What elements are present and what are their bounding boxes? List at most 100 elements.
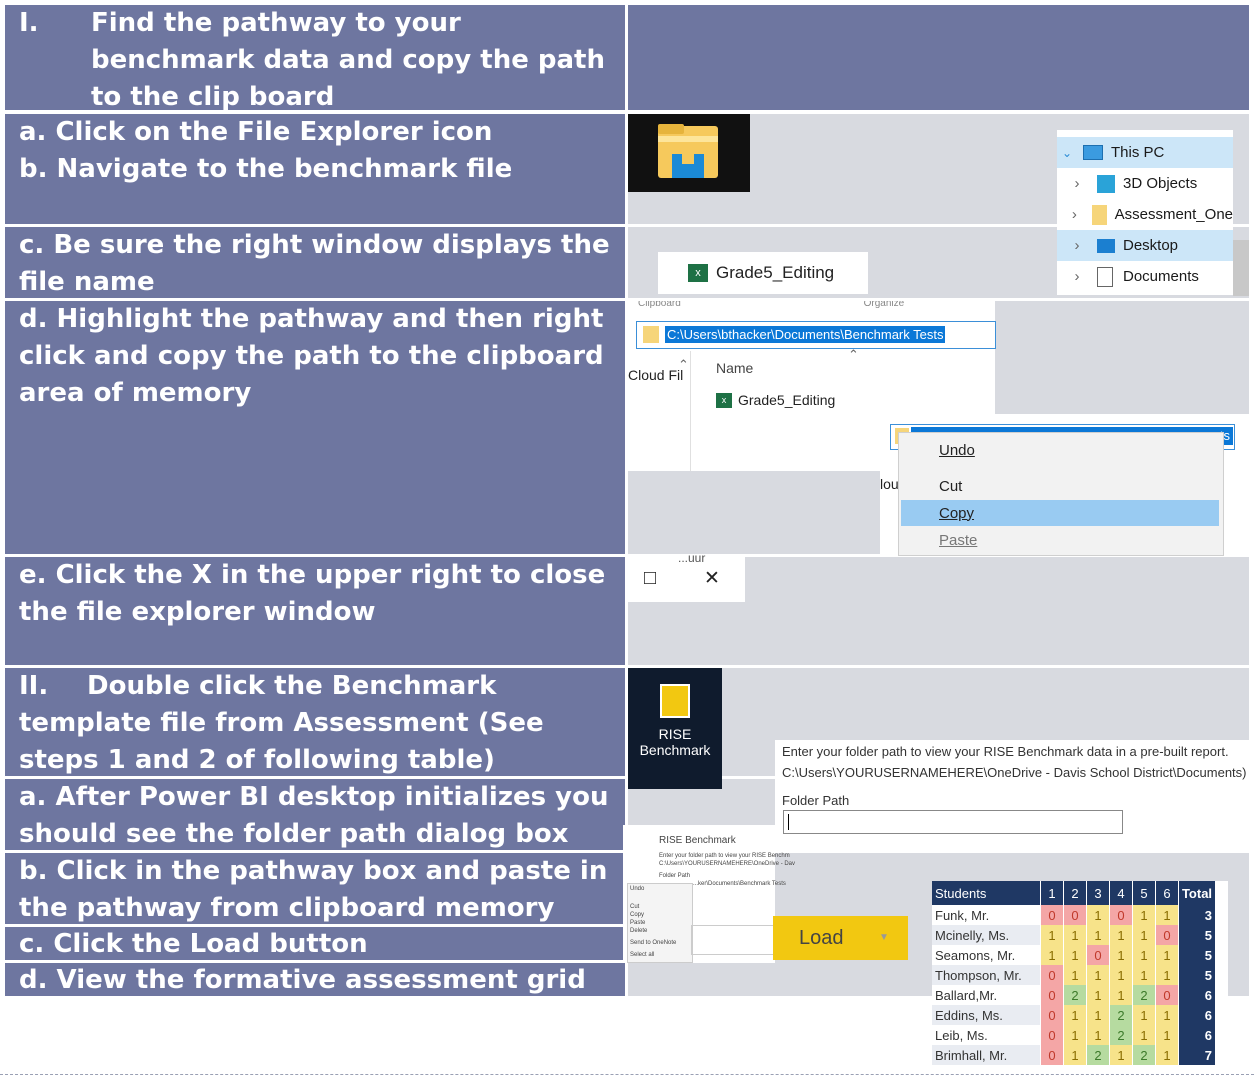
folder-icon: [1091, 204, 1107, 225]
mini-path: ...ker\Documents\Benchmark Tests: [693, 881, 786, 887]
grid-row: Seamons, Mr. 1 1 0 1 1 1 5: [932, 945, 1216, 965]
menu-item-paste[interactable]: Paste: [899, 527, 1219, 553]
step-2d-text: d. View the formative assessment grid: [19, 965, 586, 995]
grid-score-cell: 1: [1063, 965, 1087, 985]
mini-menu-item[interactable]: Copy: [630, 912, 644, 918]
file-list-item[interactable]: x Grade5_Editing: [658, 252, 868, 294]
mini-menu-item[interactable]: Paste: [630, 920, 645, 926]
grid-score-cell: 0: [1040, 1025, 1064, 1045]
file-list-item[interactable]: x Grade5_Editing: [716, 392, 835, 408]
load-button[interactable]: Load ▼: [773, 916, 908, 960]
grid-header-cell[interactable]: 2: [1063, 881, 1087, 905]
step-1-right-cell: [628, 5, 1249, 110]
chevron-down-icon: ▼: [879, 932, 889, 943]
file-name: Grade5_Editing: [716, 263, 835, 282]
chevron-right-icon: ›: [1074, 237, 1080, 254]
grid-score-cell: 0: [1040, 985, 1064, 1005]
grid-score-cell: 1: [1109, 985, 1133, 1005]
assessment-grid: Students 1 2 3 4 5 6 Total Funk, Mr. 0 0 1 0…: [932, 881, 1228, 1077]
scrollbar[interactable]: [1233, 240, 1249, 296]
tree-item-this-pc[interactable]: ⌄ This PC: [1057, 137, 1233, 168]
grid-score-cell: 0: [1155, 985, 1179, 1005]
grid-header-cell[interactable]: Total: [1178, 881, 1216, 905]
clipped-text: ...uur: [678, 551, 706, 565]
grid-score-cell: 1: [1086, 1025, 1110, 1045]
step-2-number: II.: [19, 671, 49, 701]
mini-title: RISE Benchmark: [659, 835, 736, 846]
tree-item-assessment[interactable]: › Assessment_One: [1057, 199, 1233, 230]
close-button[interactable]: ✕: [704, 567, 720, 590]
step-1-cell: I. Find the pathway to your benchmark da…: [5, 5, 625, 110]
grid-header-cell[interactable]: 1: [1040, 881, 1064, 905]
grid-header-cell[interactable]: 5: [1132, 881, 1156, 905]
navigation-pane: ⌄ This PC › 3D Objects › Assessment_One …: [1057, 130, 1233, 295]
grid-total-cell: 6: [1178, 985, 1216, 1005]
folder-icon: [658, 124, 718, 178]
grid-total-cell: 5: [1178, 965, 1216, 985]
excel-file-icon: x: [688, 264, 708, 282]
grid-score-cell: 1: [1086, 925, 1110, 945]
scroll-up-icon[interactable]: ⌃: [678, 357, 689, 373]
grid-score-cell: 1: [1086, 965, 1110, 985]
step-1c-cell: c. Be sure the right window displays the…: [5, 227, 625, 298]
grid-score-cell: 2: [1109, 1025, 1133, 1045]
tree-item-desktop[interactable]: › Desktop: [1057, 230, 1233, 261]
address-bar[interactable]: C:\Users\bthacker\Documents\Benchmark Te…: [636, 321, 996, 349]
ribbon-label: Clipboard: [638, 301, 681, 309]
grid-score-cell: 0: [1155, 925, 1179, 945]
mini-menu-item[interactable]: Cut: [630, 904, 639, 910]
grid-score-cell: 1: [1155, 1025, 1179, 1045]
rise-benchmark-app-icon[interactable]: RISE Benchmark: [628, 668, 722, 789]
app-label-2: Benchmark: [639, 742, 711, 758]
maximize-button[interactable]: □: [644, 567, 656, 590]
grid-score-cell: 1: [1132, 925, 1156, 945]
tree-label: Documents: [1123, 268, 1199, 285]
grid-score-cell: 1: [1132, 1005, 1156, 1025]
grid-score-cell: 1: [1063, 1025, 1087, 1045]
grid-student-name: Thompson, Mr.: [932, 965, 1041, 985]
menu-item-cut[interactable]: Cut: [899, 473, 1219, 499]
grid-score-cell: 1: [1063, 945, 1087, 965]
mini-input-box: [691, 925, 776, 955]
grid-total-cell: 5: [1178, 925, 1216, 945]
grid-row: Thompson, Mr. 0 1 1 1 1 1 5: [932, 965, 1216, 985]
grid-score-cell: 1: [1109, 945, 1133, 965]
grid-score-cell: 0: [1040, 1045, 1064, 1065]
folder-path-input[interactable]: [783, 810, 1123, 834]
file-explorer-tile[interactable]: [628, 114, 750, 192]
grid-header-cell[interactable]: Students: [932, 881, 1041, 905]
grid-score-cell: 0: [1086, 945, 1110, 965]
explorer-gray-gap: [628, 471, 880, 554]
step-2c-text: c. Click the Load button: [19, 929, 368, 959]
grid-score-cell: 2: [1132, 985, 1156, 1005]
mini-menu-item[interactable]: Undo: [630, 886, 644, 892]
mini-menu-item[interactable]: Delete: [630, 928, 647, 934]
grid-row: Mcinelly, Ms. 1 1 1 1 1 0 5: [932, 925, 1216, 945]
grid-score-cell: 1: [1155, 1045, 1179, 1065]
dialog-instructions-2: C:\Users\YOURUSERNAMEHERE\OneDrive - Dav…: [782, 765, 1247, 780]
menu-item-undo[interactable]: Undo: [899, 437, 1219, 463]
tree-label: Assessment_One: [1114, 206, 1233, 223]
grid-score-cell: 1: [1155, 905, 1179, 925]
grid-score-cell: 2: [1086, 1045, 1110, 1065]
footer-divider: [0, 1074, 1254, 1075]
grid-header-cell[interactable]: 6: [1155, 881, 1179, 905]
column-header-name[interactable]: Name: [716, 360, 753, 376]
tree-item-3d-objects[interactable]: › 3D Objects: [1057, 168, 1233, 199]
grid-header-cell[interactable]: 3: [1086, 881, 1110, 905]
grid-score-cell: 1: [1040, 945, 1064, 965]
address-path[interactable]: C:\Users\bthacker\Documents\Benchmark Te…: [665, 326, 946, 343]
menu-item-copy[interactable]: Copy: [901, 500, 1219, 526]
tree-item-documents[interactable]: › Documents: [1057, 261, 1233, 292]
grid-score-cell: 0: [1040, 965, 1064, 985]
window-controls: ...uur □ ✕: [628, 551, 745, 602]
mini-menu-item[interactable]: Send to OneNote: [630, 940, 676, 946]
grid-score-cell: 1: [1063, 925, 1087, 945]
sort-icon[interactable]: ⌃: [848, 347, 859, 363]
grid-header-cell[interactable]: 4: [1109, 881, 1133, 905]
grid-score-cell: 1: [1155, 945, 1179, 965]
grid-table: Students 1 2 3 4 5 6 Total Funk, Mr. 0 0 1 0…: [932, 881, 1216, 1065]
grid-score-cell: 1: [1063, 1005, 1087, 1025]
mini-menu-item[interactable]: Select all: [630, 952, 654, 958]
desktop-icon: [1097, 238, 1115, 253]
